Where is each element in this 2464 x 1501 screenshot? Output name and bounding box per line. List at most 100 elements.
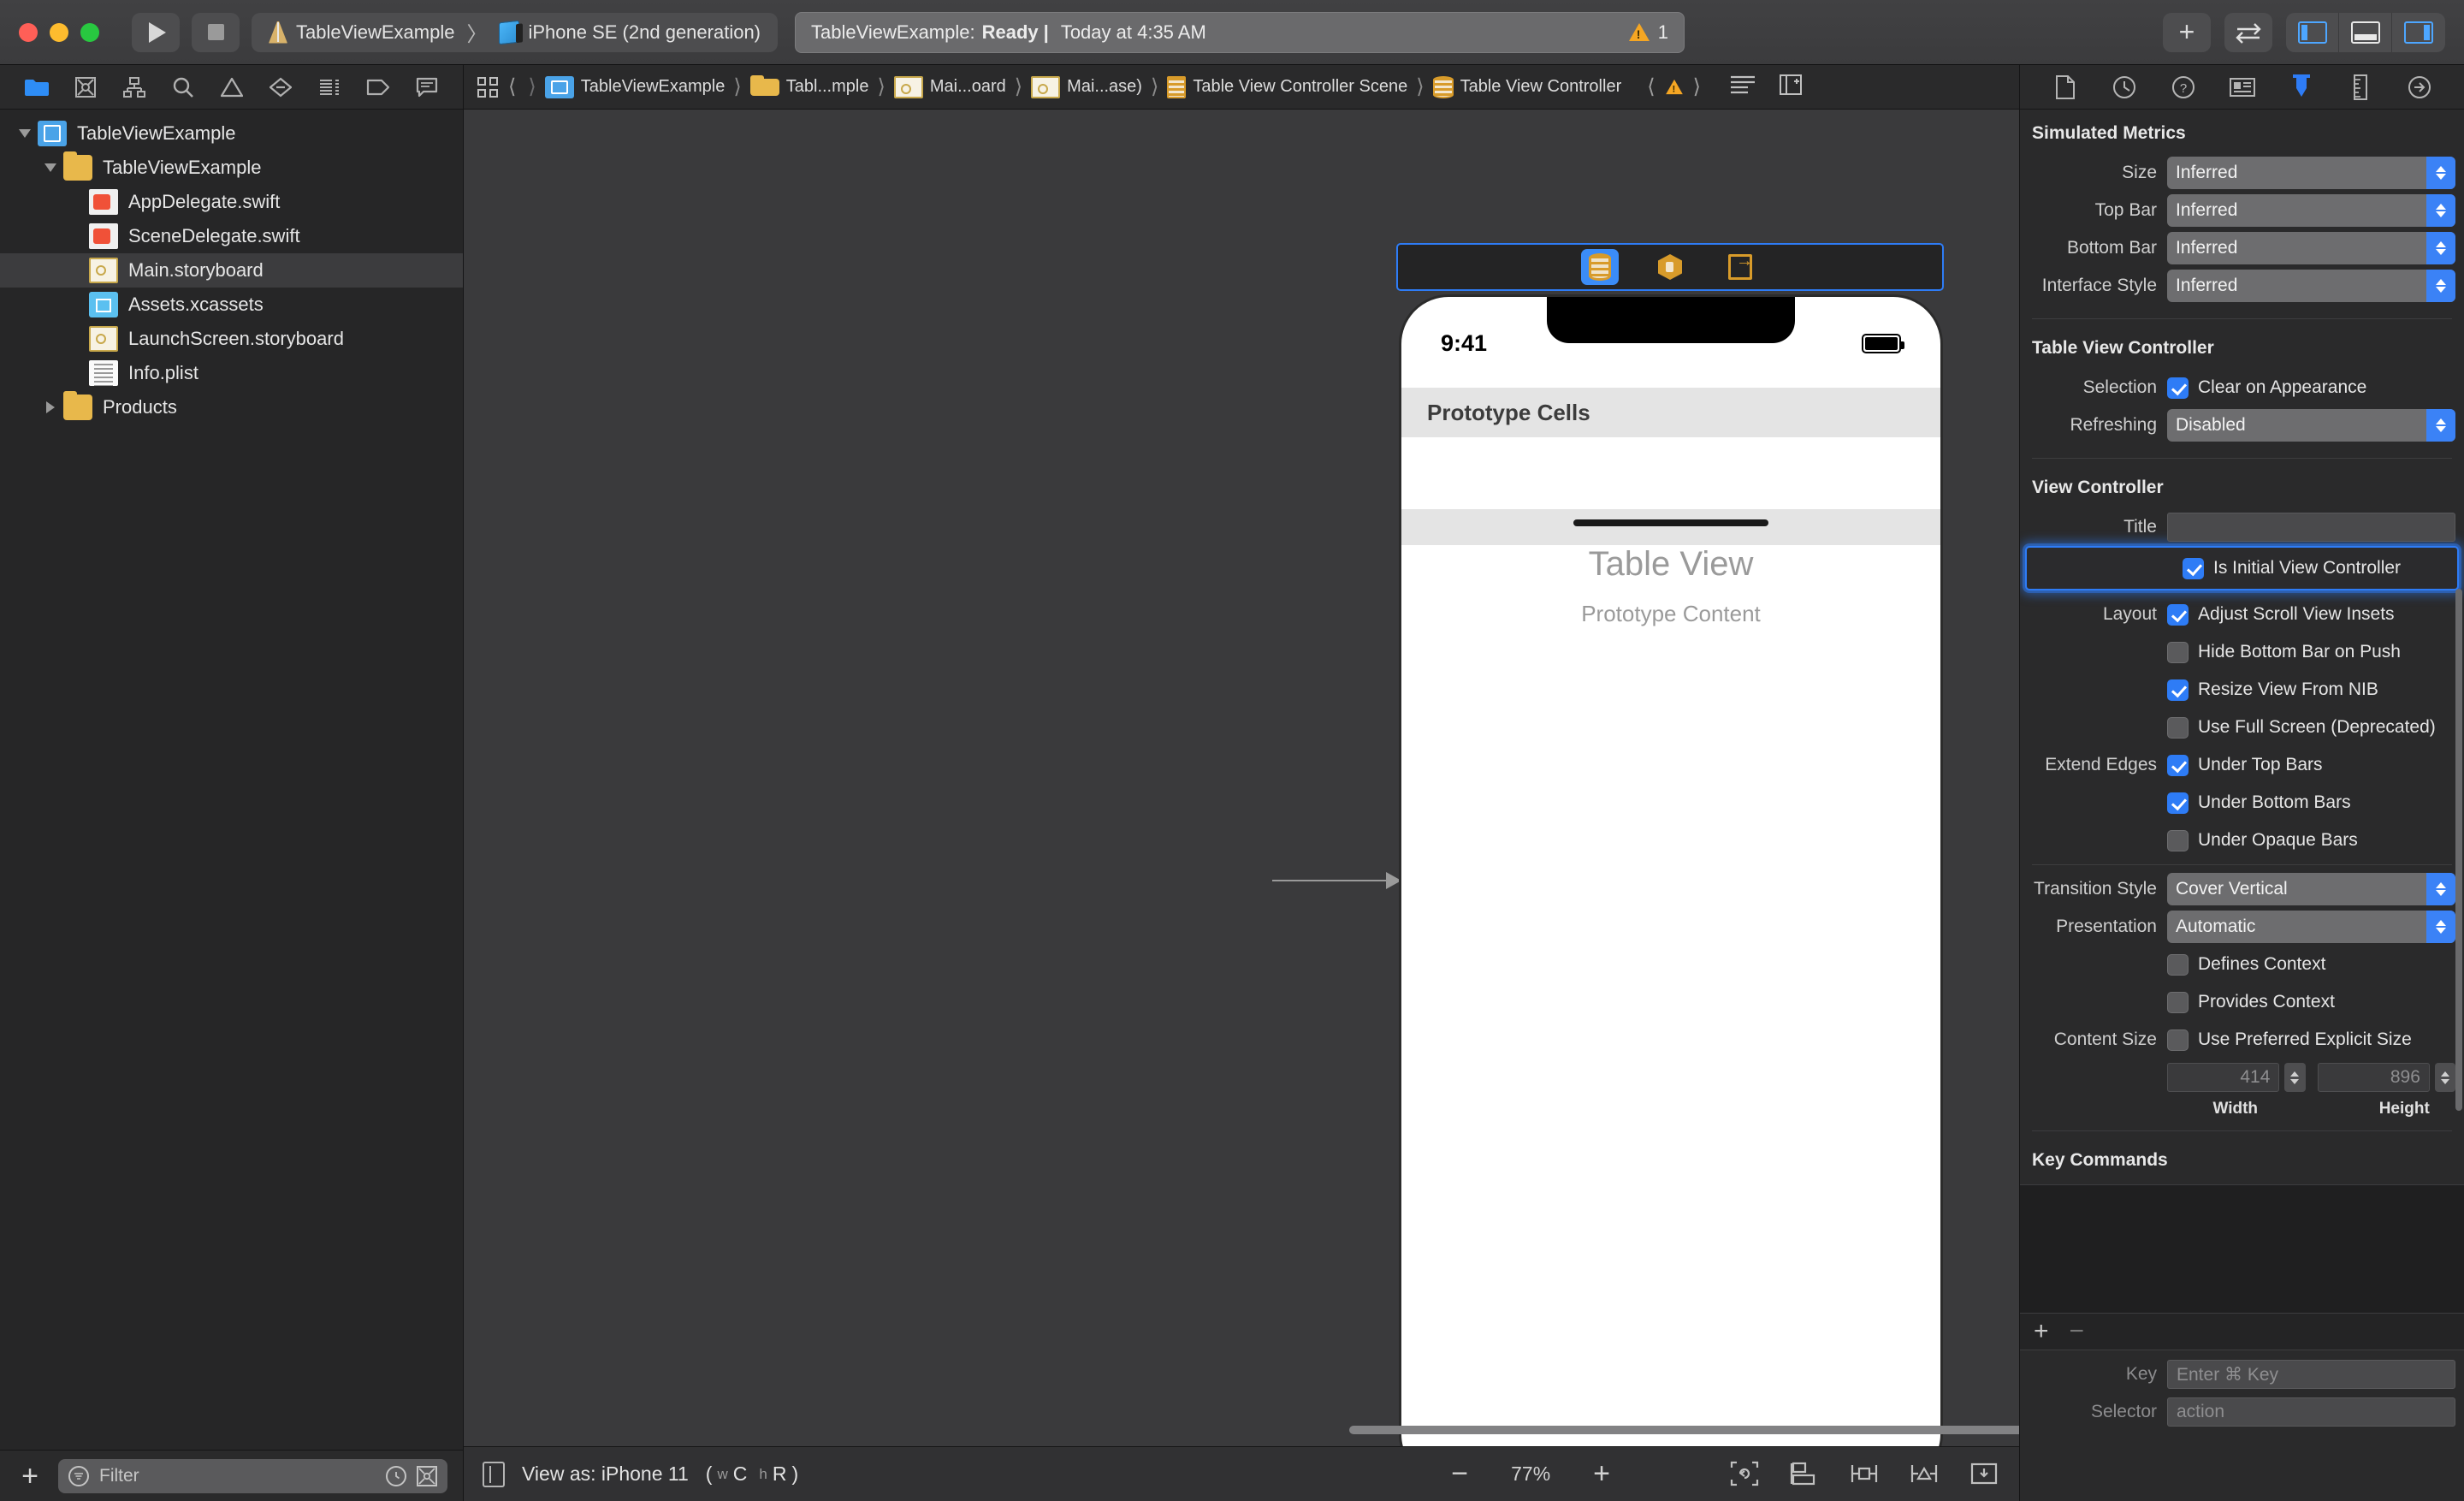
tag-navigator-icon[interactable] <box>361 73 395 102</box>
width-stepper[interactable] <box>2284 1063 2306 1092</box>
toggle-debug-area-button[interactable] <box>2339 12 2392 52</box>
find-navigator-icon[interactable] <box>166 73 200 102</box>
tree-item-appdelegate[interactable]: AppDelegate.swift <box>0 185 463 219</box>
add-key-command-button[interactable]: + <box>2034 1317 2049 1346</box>
breadcrumb-scene[interactable]: Table View Controller Scene <box>1167 75 1407 98</box>
disclosure-triangle[interactable] <box>12 129 38 138</box>
zoom-in-button[interactable]: + <box>1593 1459 1610 1489</box>
embed-in-icon[interactable] <box>1790 1461 1821 1488</box>
key-input[interactable]: Enter ⌘ Key <box>2167 1360 2455 1389</box>
is-initial-view-controller-checkbox[interactable] <box>2183 557 2204 579</box>
run-button[interactable] <box>132 12 180 52</box>
quick-help-icon[interactable]: ? <box>2168 73 2199 102</box>
height-stepper[interactable] <box>2434 1063 2455 1092</box>
breadcrumb-view-controller[interactable]: Table View Controller <box>1432 75 1621 98</box>
content-width-input[interactable]: 414 <box>2167 1063 2280 1092</box>
defines-context-checkbox[interactable] <box>2167 953 2189 976</box>
canvas-horizontal-scrollbar[interactable] <box>1349 1426 2019 1434</box>
remove-key-command-button[interactable]: − <box>2070 1319 2085 1344</box>
is-initial-view-controller-row[interactable]: Is Initial View Controller <box>2025 546 2459 590</box>
chevron-updown-icon[interactable] <box>2426 232 2455 264</box>
table-view-controller-icon[interactable] <box>1581 249 1619 285</box>
selector-input[interactable]: action <box>2167 1397 2455 1427</box>
tree-item-products[interactable]: Products <box>0 390 463 424</box>
editor-options-icon[interactable] <box>1730 74 1756 100</box>
transition-style-popup[interactable]: Cover Vertical <box>2167 873 2455 905</box>
stop-button[interactable] <box>192 12 240 52</box>
interface-style-popup[interactable]: Inferred <box>2167 270 2455 302</box>
toggle-navigator-button[interactable] <box>2286 12 2339 52</box>
clear-on-appearance-checkbox[interactable] <box>2167 377 2189 399</box>
breadcrumb-storyboard[interactable]: Mai...oard <box>893 75 1006 98</box>
adjust-scroll-view-insets-row[interactable]: Adjust Scroll View Insets <box>2167 598 2395 631</box>
source-control-navigator-icon[interactable] <box>68 73 103 102</box>
use-preferred-explicit-size-checkbox[interactable] <box>2167 1029 2189 1051</box>
tree-item-launchscreen[interactable]: LaunchScreen.storyboard <box>0 322 463 356</box>
chevron-updown-icon[interactable] <box>2426 270 2455 302</box>
provides-context-checkbox[interactable] <box>2167 991 2189 1013</box>
defines-context-row[interactable]: Defines Context <box>2167 948 2325 981</box>
adjust-scroll-view-insets-checkbox[interactable] <box>2167 603 2189 626</box>
comment-navigator-icon[interactable] <box>410 73 444 102</box>
report-navigator-icon[interactable] <box>312 73 346 102</box>
project-navigator-icon[interactable] <box>20 73 54 102</box>
chevron-updown-icon[interactable] <box>2426 873 2455 905</box>
inspector-scrollbar[interactable] <box>2455 589 2462 1111</box>
first-responder-icon[interactable] <box>1651 249 1689 285</box>
content-height-input[interactable]: 896 <box>2317 1063 2430 1092</box>
project-navigator-tree[interactable]: TableViewExample TableViewExample AppDel… <box>0 110 463 1450</box>
title-input[interactable] <box>2167 513 2455 542</box>
breadcrumb-group[interactable]: Tabl...mple <box>749 74 868 97</box>
go-back-button[interactable]: ⟨ <box>505 74 519 99</box>
use-full-screen-row[interactable]: Use Full Screen (Deprecated) <box>2167 711 2436 744</box>
previous-issue-button[interactable]: ⟨ <box>1644 74 1658 99</box>
align-icon[interactable] <box>1850 1461 1881 1488</box>
go-forward-button[interactable]: ⟩ <box>524 74 539 99</box>
scene-dock[interactable] <box>1396 243 1944 291</box>
tree-item-project[interactable]: TableViewExample <box>0 116 463 151</box>
breadcrumb-base-locale[interactable]: Mai...ase) <box>1031 75 1142 98</box>
use-full-screen-checkbox[interactable] <box>2167 716 2189 739</box>
tree-item-group[interactable]: TableViewExample <box>0 151 463 185</box>
under-bottom-bars-checkbox[interactable] <box>2167 792 2189 814</box>
zoom-out-button[interactable]: − <box>1451 1459 1468 1488</box>
tree-item-infoplist[interactable]: Info.plist <box>0 356 463 390</box>
under-bottom-bars-row[interactable]: Under Bottom Bars <box>2167 786 2351 819</box>
add-editor-button[interactable]: + <box>2163 12 2211 52</box>
disclosure-triangle[interactable] <box>38 401 63 413</box>
connections-inspector-icon[interactable] <box>2404 73 2435 102</box>
chevron-updown-icon[interactable] <box>2426 157 2455 189</box>
exit-icon[interactable] <box>1721 249 1759 285</box>
under-top-bars-row[interactable]: Under Top Bars <box>2167 749 2323 781</box>
next-issue-button[interactable]: ⟩ <box>1690 74 1704 99</box>
top-bar-popup[interactable]: Inferred <box>2167 194 2455 227</box>
resolve-auto-layout-icon[interactable] <box>1969 1461 2000 1488</box>
recent-files-icon[interactable] <box>386 1465 406 1486</box>
issue-navigator-icon[interactable] <box>215 73 249 102</box>
related-items-icon[interactable] <box>476 75 500 99</box>
interface-builder-canvas[interactable]: 9:41 Prototype Cells Table View Prototyp… <box>464 110 2019 1446</box>
size-inspector-icon[interactable] <box>2345 73 2376 102</box>
warning-icon[interactable] <box>1665 79 1683 95</box>
source-control-filter-icon[interactable] <box>417 1465 437 1486</box>
identity-inspector-icon[interactable] <box>2227 73 2258 102</box>
use-preferred-explicit-size-row[interactable]: Use Preferred Explicit Size <box>2167 1023 2412 1056</box>
update-frames-icon[interactable] <box>1730 1461 1761 1488</box>
prototype-cell[interactable] <box>1401 437 1940 509</box>
breadcrumb-project[interactable]: TableViewExample <box>544 75 725 98</box>
disclosure-triangle[interactable] <box>38 163 63 172</box>
bottom-bar-popup[interactable]: Inferred <box>2167 232 2455 264</box>
symbol-navigator-icon[interactable] <box>117 73 151 102</box>
status-warning-group[interactable]: 1 <box>1628 21 1668 44</box>
resize-view-from-nib-row[interactable]: Resize View From NIB <box>2167 673 2378 706</box>
history-inspector-icon[interactable] <box>2109 73 2140 102</box>
scheme-destination-control[interactable]: TableViewExample 〉 iPhone SE (2nd genera… <box>252 12 779 52</box>
close-window-button[interactable] <box>19 22 38 42</box>
activity-status-view[interactable]: TableViewExample: Ready | Today at 4:35 … <box>795 11 1685 53</box>
is-initial-checkbox-group[interactable]: Is Initial View Controller <box>2032 552 2452 584</box>
chevron-updown-icon[interactable] <box>2426 409 2455 442</box>
tree-item-assets[interactable]: Assets.xcassets <box>0 288 463 322</box>
add-constraints-icon[interactable] <box>1910 1461 1940 1488</box>
inspector-scroll-area[interactable]: Simulated Metrics Size Inferred Top Bar … <box>2020 110 2464 1501</box>
chevron-updown-icon[interactable] <box>2426 911 2455 943</box>
